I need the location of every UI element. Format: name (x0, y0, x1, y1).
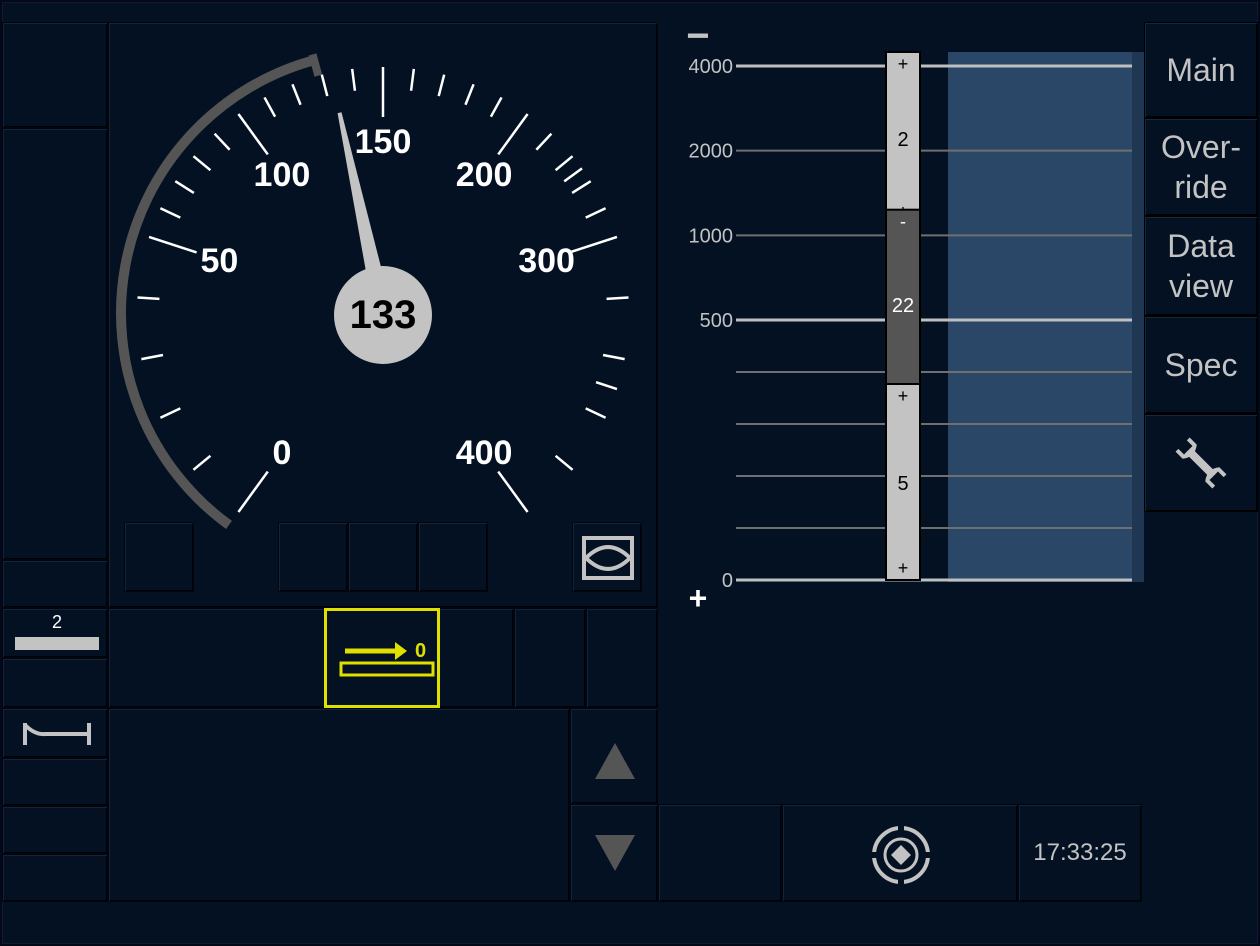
zoom-in-button[interactable]: + (684, 580, 712, 616)
speed-label-50: 50 (201, 242, 239, 280)
speed-tick (350, 68, 357, 91)
speed-tick (213, 132, 231, 151)
status-cell-bottom-1 (658, 804, 782, 902)
target-icon (871, 825, 931, 885)
settings-button[interactable] (1144, 414, 1258, 512)
text-message-area (108, 708, 570, 902)
speed-tick (192, 454, 212, 471)
status-cell-1 (514, 608, 586, 708)
distance-label-2000: 2000 (689, 141, 734, 163)
triangle-up-icon (595, 743, 635, 779)
data-view-label: Data view (1167, 228, 1235, 304)
speed-tick (602, 353, 625, 361)
data-view-button[interactable]: Data view (1144, 216, 1258, 316)
gradient-value: 22 (892, 295, 914, 317)
current-speed-readout: 133 (334, 266, 432, 364)
speed-tick (192, 155, 212, 172)
speed-tick (237, 470, 269, 513)
speed-tick (585, 407, 607, 419)
level-transition-value: 0 (415, 640, 426, 662)
main-label: Main (1166, 52, 1236, 88)
status-cell-2 (586, 608, 658, 708)
level-badge: 2 (15, 609, 99, 653)
speed-tick (497, 470, 529, 513)
speed-tick (554, 454, 574, 471)
speed-tick (159, 207, 181, 219)
zoom-in-label: + (688, 580, 708, 616)
level-bar (15, 637, 99, 650)
gradient-bottom-sign: + (898, 558, 909, 578)
zoom-out-label: − (686, 14, 710, 58)
level-area-lower (2, 658, 108, 708)
permitted-speed-hook (308, 53, 323, 77)
speed-tick (554, 155, 574, 172)
dmi-status-cell[interactable] (782, 804, 1018, 902)
speed-tick (585, 207, 607, 219)
scroll-up-button[interactable] (570, 708, 658, 804)
speed-label-400: 400 (456, 434, 513, 472)
speed-tick (497, 113, 529, 156)
gradient-value: 5 (897, 473, 908, 495)
level-number: 2 (51, 612, 62, 632)
level-transition-area (108, 608, 514, 708)
speed-label-300: 300 (518, 242, 575, 280)
speed-tick (569, 235, 618, 254)
gradient-top-sign: - (900, 212, 906, 232)
tunnel-icon (23, 723, 91, 745)
speed-tick (571, 180, 592, 195)
gradient-value: 2 (897, 129, 908, 151)
speed-tick (137, 296, 160, 301)
speed-tick (237, 113, 269, 156)
wrench-icon (1175, 437, 1227, 489)
speed-tick (148, 235, 197, 254)
speed-tick (291, 83, 302, 106)
speed-tick (563, 167, 583, 183)
distance-label-4000: 4000 (689, 56, 734, 78)
clock-cell: 17:33:25 (1018, 804, 1142, 902)
speed-tick (535, 132, 553, 151)
speed-label-200: 200 (456, 156, 513, 194)
level-area: 2 (2, 608, 108, 658)
override-label: Over- ride (1161, 129, 1241, 205)
speed-tick (174, 180, 195, 195)
speed-tick (606, 296, 629, 301)
gradient-top-sign: + (898, 54, 909, 74)
speed-tick (437, 74, 446, 97)
zoom-out-button[interactable]: − (684, 16, 712, 56)
distance-label-1000: 1000 (689, 225, 734, 247)
speed-tick (595, 381, 618, 391)
spec-label: Spec (1164, 347, 1238, 383)
planning-scale: 4000200010005000+2+-22-+5+ (689, 51, 1132, 592)
level-transition-icon: 0 (339, 640, 435, 677)
tunnel-indicator-cell (2, 708, 108, 758)
speed-tick (320, 74, 329, 97)
speed-label-0: 0 (272, 434, 291, 472)
distance-label-0: 0 (722, 570, 733, 592)
distance-label-500: 500 (700, 310, 733, 332)
level-transition-announcement[interactable]: 0 (324, 608, 440, 708)
triangle-down-icon (595, 835, 635, 871)
speed-label-100: 100 (254, 156, 311, 194)
speed-tick (263, 96, 277, 118)
speed-tick (489, 96, 503, 118)
spec-button[interactable]: Spec (1144, 316, 1258, 414)
main-button[interactable]: Main (1144, 22, 1258, 118)
left-stack-cell-4 (2, 854, 108, 902)
left-column-bottom (2, 560, 108, 608)
left-stack-cell-3 (2, 806, 108, 854)
speed-label-150: 150 (355, 123, 412, 161)
speed-tick (409, 68, 416, 91)
left-column-area (2, 128, 108, 560)
current-speed-value: 133 (349, 292, 417, 337)
clock-time: 17:33:25 (1033, 839, 1127, 866)
speed-tick (464, 83, 475, 106)
override-button[interactable]: Over- ride (1144, 118, 1258, 216)
left-stack-cell-2 (2, 758, 108, 806)
gradient-top-sign: + (898, 386, 909, 406)
scroll-down-button[interactable] (570, 804, 658, 902)
speed-tick (159, 407, 181, 419)
dist-to-target-area (2, 22, 108, 128)
speed-tick (141, 353, 164, 361)
